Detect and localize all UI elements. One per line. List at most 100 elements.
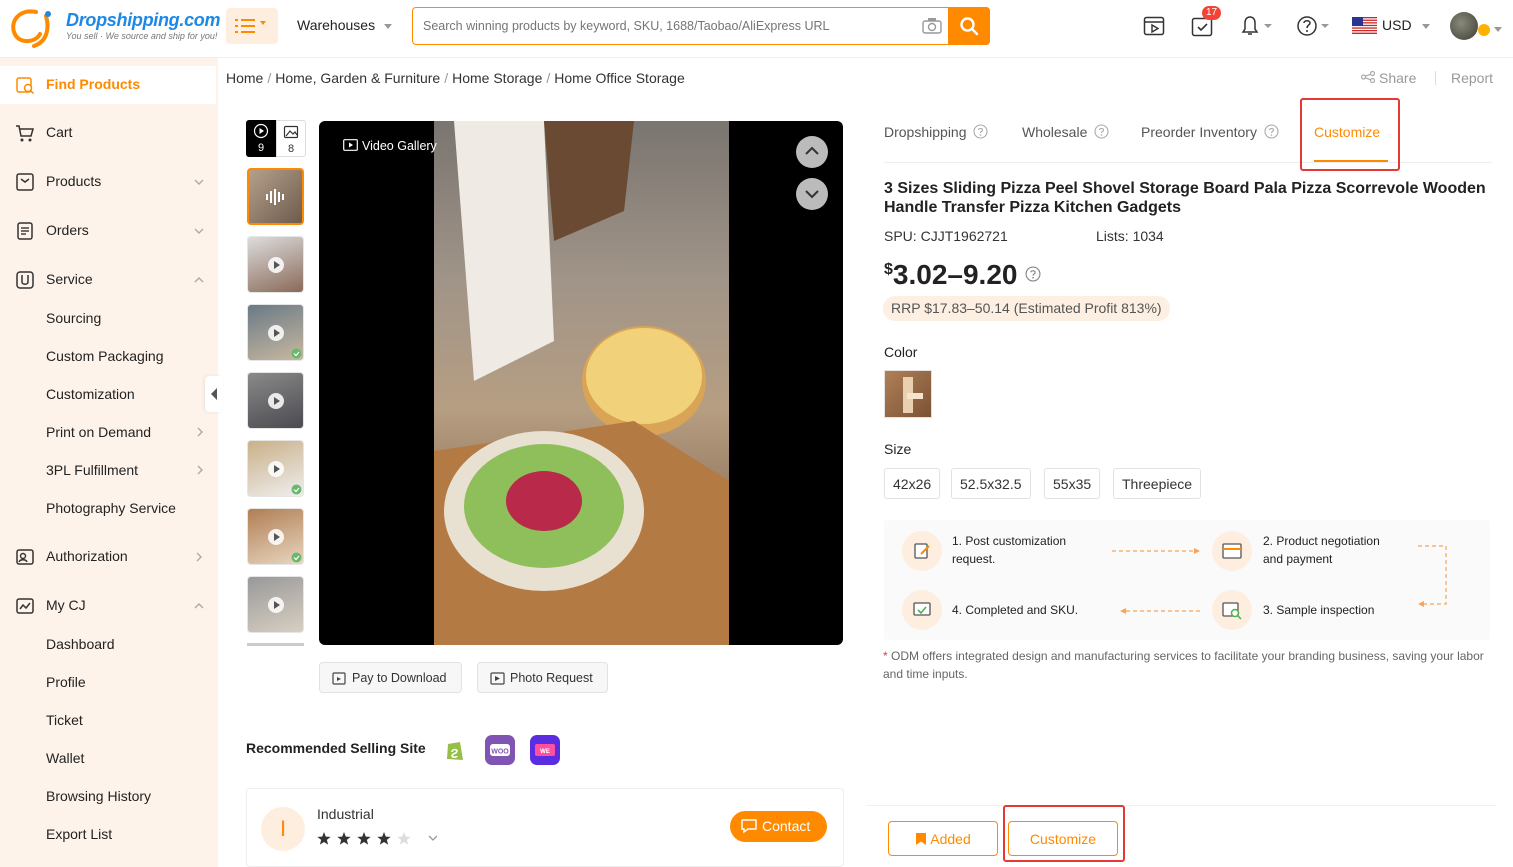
video-count-tab[interactable]: 9 [246,120,276,157]
size-label: Size [884,441,912,457]
sidebar-item-custom-packaging[interactable]: Custom Packaging [46,348,164,364]
sidebar-item-authorization[interactable]: Authorization [0,538,218,576]
size-option-42x26[interactable]: 42x26 [884,468,941,499]
video-count: 9 [257,142,265,154]
sidebar-item-sourcing[interactable]: Sourcing [46,310,101,326]
step-3-text: 3. Sample inspection [1263,603,1375,617]
video-thumbnail[interactable] [247,304,304,361]
camera-icon[interactable] [922,17,942,35]
authorization-icon [16,549,34,565]
breadcrumb-item-home-office-storage[interactable]: Home Office Storage [554,70,684,86]
video-thumbnail[interactable] [247,372,304,429]
color-swatch[interactable] [884,370,932,418]
sidebar-item-products[interactable]: Products [0,163,218,201]
search-button[interactable] [948,7,990,45]
woocommerce-icon[interactable]: WOO [485,735,515,765]
supplier-name[interactable]: Industrial [317,806,374,822]
highlight-box-customize-button [1003,805,1125,862]
next-video-button[interactable] [796,178,828,210]
image-count: 8 [287,143,295,155]
bookmark-icon [916,833,927,845]
video-player[interactable]: Video Gallery [319,121,843,645]
pay-to-download-button[interactable]: Pay to Download [319,662,462,693]
breadcrumb-item-home[interactable]: Home [226,70,263,86]
category-menu-button[interactable] [226,8,278,44]
sidebar-item-cart[interactable]: Cart [0,114,218,152]
wix-store-icon[interactable]: WE [530,735,560,765]
tab-label: Dropshipping [884,124,967,140]
step-1-text: 1. Post customization request. [952,534,1067,566]
question-circle-icon[interactable] [1094,124,1109,139]
video-icon[interactable] [1143,15,1165,37]
photo-request-button[interactable]: Photo Request [477,662,608,693]
sidebar-item-ticket[interactable]: Ticket [46,712,83,728]
contact-label: Contact [762,818,811,834]
sidebar-item-dashboard[interactable]: Dashboard [46,636,115,652]
tab-wholesale[interactable]: Wholesale [1022,124,1109,140]
sidebar-item-my-cj[interactable]: My CJ [0,587,218,625]
search-input[interactable] [423,8,913,44]
sidebar-item-profile[interactable]: Profile [46,674,86,690]
video-thumbnail[interactable] [247,508,304,565]
video-thumbnail[interactable] [247,440,304,497]
breadcrumb-item-home-storage[interactable]: Home Storage [452,70,542,86]
chevron-up-icon [194,277,204,283]
currency-symbol: $ [884,261,893,278]
sidebar-label: My CJ [46,597,86,613]
color-label: Color [884,344,918,360]
tab-preorder-inventory[interactable]: Preorder Inventory [1141,124,1279,140]
added-button[interactable]: Added [888,821,998,856]
size-option-threepiece[interactable]: Threepiece [1113,468,1202,499]
caret-left-icon [211,388,217,400]
sidebar: Find Products Cart Products Orders Servi… [0,58,218,867]
download-video-icon [332,672,346,685]
sidebar-item-browsing-history[interactable]: Browsing History [46,788,151,804]
sidebar-collapse-button[interactable] [205,376,222,412]
supplier-avatar: I [261,807,305,851]
shopify-icon[interactable] [440,735,470,765]
sidebar-item-photography-service[interactable]: Photography Service [46,500,176,516]
previous-video-button[interactable] [796,136,828,168]
video-frame [434,121,729,645]
bell-icon[interactable] [1239,14,1275,38]
warehouses-dropdown[interactable]: Warehouses [297,17,393,33]
report-button[interactable]: Report [1451,70,1493,86]
sidebar-item-customization[interactable]: Customization [46,386,135,402]
logo-tagline: You sell · We source and ship for you! [66,31,218,41]
step-4-text: 4. Completed and SKU. [952,603,1079,617]
sidebar-item-print-on-demand[interactable]: Print on Demand [46,424,151,440]
rating-star [317,832,331,845]
play-icon [268,597,284,613]
size-option-55x35[interactable]: 55x35 [1044,468,1101,499]
image-count-tab[interactable]: 8 [276,120,306,157]
breadcrumb-item-home-garden[interactable]: Home, Garden & Furniture [275,70,440,86]
question-circle-icon[interactable] [1264,124,1279,139]
contact-supplier-button[interactable]: Contact [730,811,827,842]
sidebar-item-find-products[interactable]: Find Products [0,66,216,104]
question-circle-icon[interactable] [1025,266,1041,282]
video-thumbnail[interactable] [247,576,304,633]
tab-dropshipping[interactable]: Dropshipping [884,124,988,140]
question-circle-icon[interactable] [973,124,988,139]
chevron-right-icon [197,465,203,475]
chevron-down-icon [194,228,204,234]
video-thumbnail[interactable] [247,236,304,293]
currency-selector[interactable]: USD [1382,17,1431,33]
completed-sku-icon [902,590,942,630]
sidebar-item-service[interactable]: Service [0,261,218,299]
size-option-52x32[interactable]: 52.5x32.5 [951,468,1031,499]
help-icon[interactable] [1296,14,1332,38]
chevron-down-icon [805,190,819,199]
avatar-dropdown-icon[interactable] [1476,20,1504,40]
sidebar-item-export-list[interactable]: Export List [46,826,112,842]
photo-request-label: Photo Request [510,671,593,685]
logo-icon[interactable] [6,6,66,48]
avatar[interactable] [1450,12,1478,40]
spu-value: CJJT1962721 [920,228,1008,244]
share-button[interactable]: Share [1360,70,1416,86]
sidebar-item-3pl-fulfillment[interactable]: 3PL Fulfillment [46,462,138,478]
sidebar-item-orders[interactable]: Orders [0,212,218,250]
video-thumbnail-active[interactable] [247,168,304,225]
logo-text[interactable]: Dropshipping.com [66,10,221,31]
sidebar-item-wallet[interactable]: Wallet [46,750,84,766]
